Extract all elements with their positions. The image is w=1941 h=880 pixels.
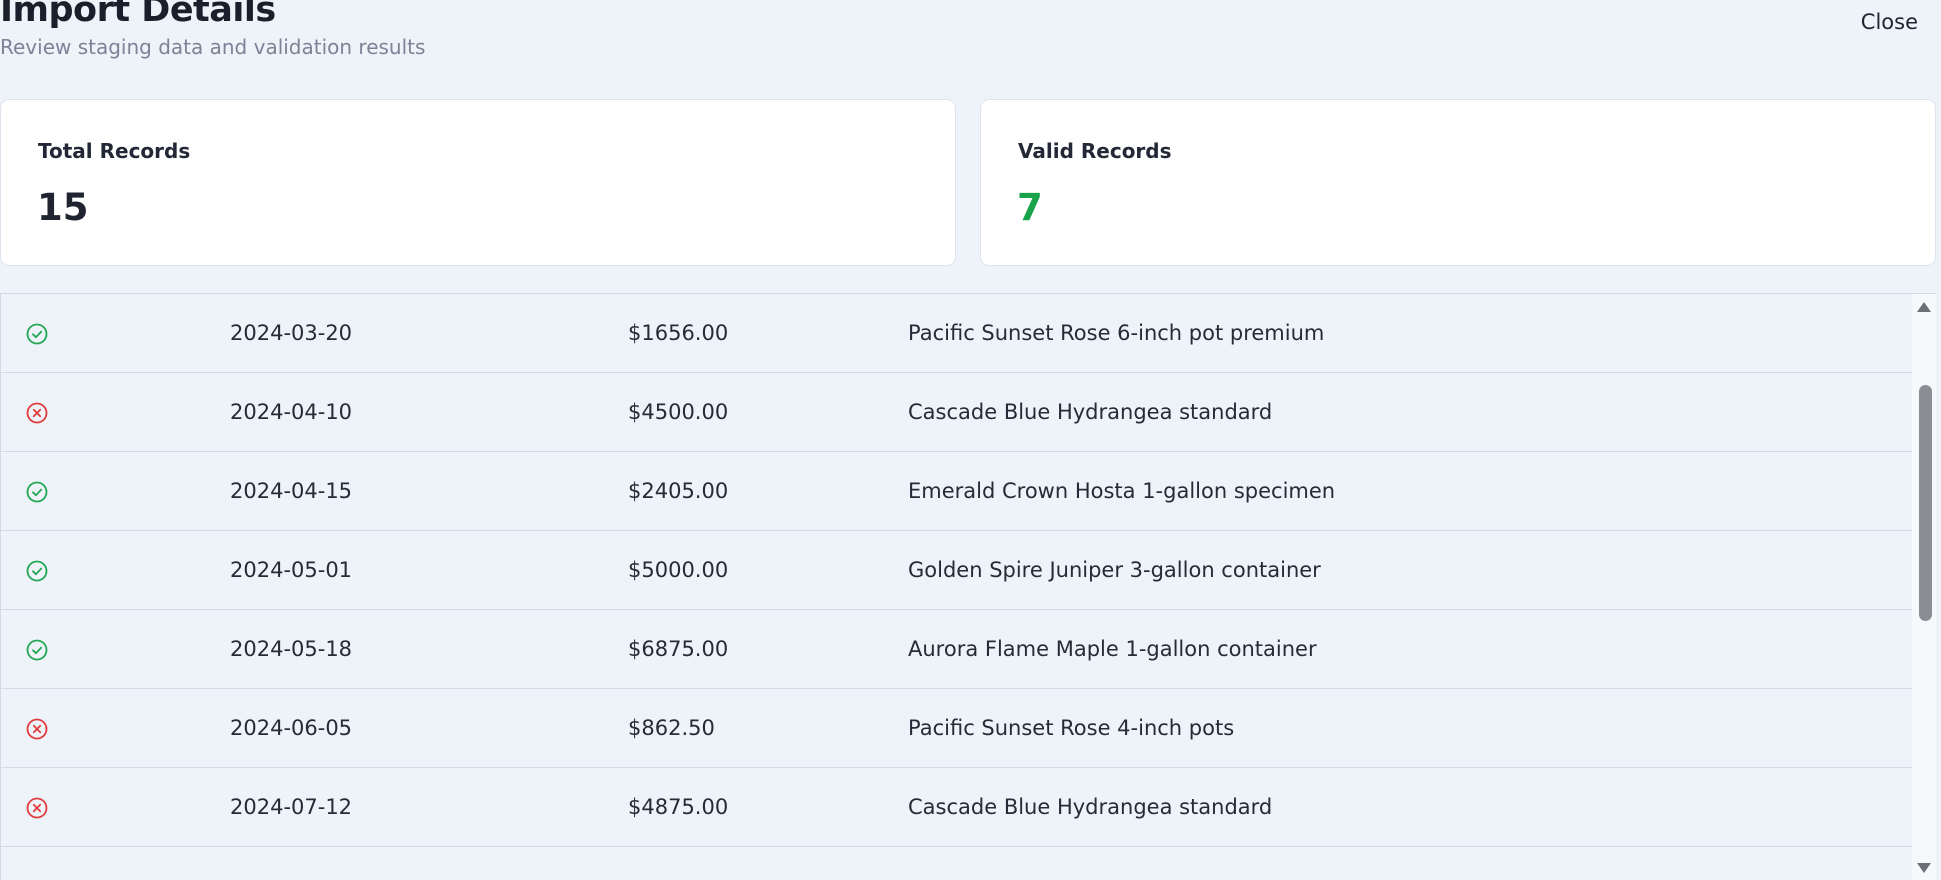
total-records-label: Total Records — [38, 139, 191, 163]
record-description: Cascade Blue Hydrangea standard — [908, 400, 1273, 424]
valid-records-label: Valid Records — [1018, 139, 1172, 163]
table-row[interactable]: 2024-04-10 $4500.00 Cascade Blue Hydrangea… — [1, 373, 1912, 452]
record-description: Golden Spire Juniper 3-gallon container — [908, 558, 1321, 582]
table-row[interactable]: 2024-07-12 $4875.00 Cascade Blue Hydrangea… — [1, 768, 1912, 847]
check-circle-icon — [26, 560, 48, 582]
record-date: 2024-07-12 — [230, 795, 353, 819]
record-description: Aurora Flame Maple 1-gallon container — [908, 637, 1317, 661]
record-date: 2024-04-10 — [230, 400, 353, 424]
record-date: 2024-05-01 — [230, 558, 353, 582]
import-details-dialog: Import Details Review staging data and v… — [0, 0, 1941, 880]
check-circle-icon — [26, 323, 48, 345]
record-amount: $4500.00 — [628, 400, 729, 424]
total-records-card: Total Records 15 — [0, 99, 956, 266]
record-date: 2024-04-15 — [230, 479, 353, 503]
x-circle-icon — [26, 718, 48, 740]
record-description: Pacific Sunset Rose 6-inch pot premium — [908, 321, 1325, 345]
valid-records-card: Valid Records 7 — [980, 99, 1936, 266]
check-circle-icon — [26, 481, 48, 503]
table-row[interactable]: 2024-05-01 $5000.00 Golden Spire Juniper 3… — [1, 531, 1912, 610]
scroll-up-arrow-icon[interactable] — [1917, 302, 1931, 312]
table-row[interactable]: 2024-06-05 $862.50 Pacific Sunset Rose 4-i… — [1, 689, 1912, 768]
scrollbar-thumb[interactable] — [1919, 385, 1932, 621]
record-date: 2024-06-05 — [230, 716, 353, 740]
table-row[interactable]: 2024-04-15 $2405.00 Emerald Crown Hosta 1-… — [1, 452, 1912, 531]
record-description: Pacific Sunset Rose 4-inch pots — [908, 716, 1235, 740]
stats-row: Total Records 15 Valid Records 7 — [0, 99, 1941, 269]
x-circle-icon — [26, 797, 48, 819]
table-row[interactable]: 2024-05-18 $6875.00 Aurora Flame Maple 1-g… — [1, 610, 1912, 689]
record-date: 2024-03-20 — [230, 321, 353, 345]
page-title: Import Details — [0, 0, 276, 30]
record-amount: $5000.00 — [628, 558, 729, 582]
table-scrollbar[interactable] — [1912, 294, 1936, 880]
page-subtitle: Review staging data and validation resul… — [0, 35, 426, 59]
record-amount: $862.50 — [628, 716, 715, 740]
valid-records-value: 7 — [1017, 186, 1043, 229]
table-row[interactable]: 2024-03-20 $1656.00 Pacific Sunset Rose 6-… — [1, 294, 1912, 373]
record-date: 2024-05-18 — [230, 637, 353, 661]
x-circle-icon — [26, 402, 48, 424]
record-description: Emerald Crown Hosta 1-gallon specimen — [908, 479, 1336, 503]
record-amount: $1656.00 — [628, 321, 729, 345]
check-circle-icon — [26, 639, 48, 661]
record-description: Cascade Blue Hydrangea standard — [908, 795, 1273, 819]
dialog-header: Import Details Review staging data and v… — [0, 0, 1941, 70]
total-records-value: 15 — [37, 186, 89, 229]
scroll-down-arrow-icon[interactable] — [1917, 863, 1931, 873]
record-amount: $4875.00 — [628, 795, 729, 819]
record-amount: $2405.00 — [628, 479, 729, 503]
records-table[interactable]: 2024-03-20 $1656.00 Pacific Sunset Rose 6-… — [0, 293, 1936, 880]
records-table-body: 2024-03-20 $1656.00 Pacific Sunset Rose 6-… — [1, 294, 1912, 847]
close-button[interactable]: Close — [1861, 10, 1918, 34]
record-amount: $6875.00 — [628, 637, 729, 661]
